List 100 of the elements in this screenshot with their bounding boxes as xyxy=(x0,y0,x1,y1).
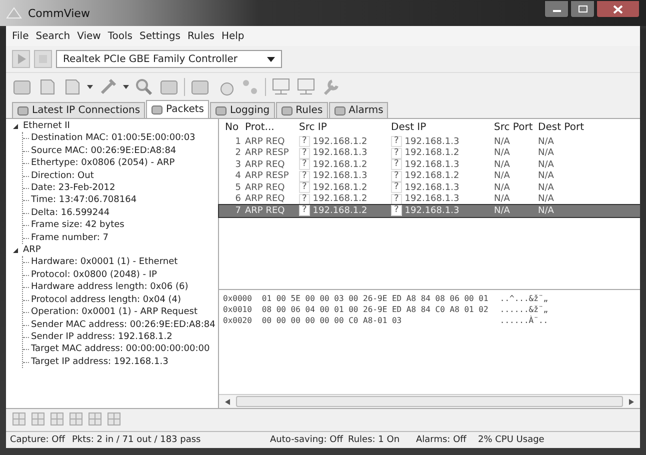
wrench-icon[interactable] xyxy=(321,77,341,97)
table-cell: 192.168.1.2 xyxy=(312,194,368,204)
table-cell-text: ARP REQ xyxy=(245,194,286,204)
maximize-icon xyxy=(578,5,588,13)
country-flag: ? xyxy=(391,148,402,159)
table-cell-text: 7 xyxy=(234,206,242,216)
tab[interactable]: Logging xyxy=(210,102,275,118)
tab[interactable]: Latest IP Connections xyxy=(12,102,146,118)
tree-item[interactable]: Date: 23-Feb-2012 xyxy=(23,182,218,194)
layout-icon[interactable] xyxy=(69,412,83,426)
tree-item[interactable]: Source MAC: 00:26:9E:ED:A8:84 xyxy=(23,144,218,158)
close-button[interactable] xyxy=(596,0,640,18)
adapter-dropdown[interactable]: Realtek PCIe GBE Family Controller xyxy=(56,50,282,68)
table-cell-text: 3 xyxy=(234,160,242,170)
layout-icon[interactable] xyxy=(88,412,102,426)
layout-icon[interactable] xyxy=(12,412,26,426)
menu-item[interactable]: Rules xyxy=(187,30,214,42)
close-icon xyxy=(613,4,623,14)
dropdown-arrow-icon[interactable] xyxy=(87,85,93,89)
minimize-button[interactable] xyxy=(544,0,569,18)
country-flag: ? xyxy=(299,205,310,216)
table-cell-text: N/A xyxy=(494,194,511,204)
layout-icon[interactable] xyxy=(50,412,64,426)
tree-item[interactable]: Frame size: 42 bytes xyxy=(23,219,218,232)
layout-icon[interactable] xyxy=(107,412,121,426)
packet-row[interactable]: 2 ARP RESP ? 192.168.1.3 ? 192.168.1.2 N/A N/A xyxy=(219,148,640,159)
country-flag: ? xyxy=(391,205,402,216)
ascii-text: ......À¨.. xyxy=(500,316,548,325)
country-flag: ? xyxy=(391,136,402,148)
scroll-thumb[interactable] xyxy=(236,396,623,407)
column-header[interactable]: Dest Port xyxy=(538,122,586,133)
expand-icon[interactable] xyxy=(12,246,19,254)
column-header[interactable]: No xyxy=(219,122,245,133)
tab[interactable]: Packets xyxy=(146,100,209,118)
menu-item[interactable]: Tools xyxy=(108,30,132,42)
tree-item[interactable]: Sender MAC address: 00:26:9E:ED:A8:84 xyxy=(23,318,218,331)
table-cell-text: N/A xyxy=(494,206,511,216)
layout-icon[interactable] xyxy=(31,412,45,426)
tree-item[interactable]: Destination MAC: 01:00:5E:00:00:03 xyxy=(23,132,218,145)
column-header[interactable]: Src Port xyxy=(494,122,538,133)
tab[interactable]: Alarms xyxy=(328,102,388,118)
menu-item[interactable]: Help xyxy=(221,30,244,42)
tree-item[interactable]: Operation: 0x0001 (1) - ARP Request xyxy=(23,306,218,318)
tree-item[interactable]: Protocol address length: 0x04 (4) xyxy=(23,294,218,306)
country-flag: ? xyxy=(391,159,402,170)
menu-item[interactable]: Settings xyxy=(139,30,180,42)
column-header[interactable]: Prot... xyxy=(245,122,299,133)
stop-capture-button[interactable] xyxy=(34,50,52,68)
tree-label: ARP xyxy=(23,244,41,256)
tree-node[interactable]: Ethernet II xyxy=(10,120,218,132)
table-cell-text: N/A xyxy=(538,171,555,182)
hex-bytes: 00 00 00 00 00 00 C0 A8-01 03 xyxy=(262,316,403,325)
scroll-right-icon[interactable] xyxy=(629,398,634,404)
tree-item[interactable]: Sender IP address: 192.168.1.2 xyxy=(23,330,218,344)
table-cell-text: 2 xyxy=(234,148,242,158)
tree-item[interactable]: Hardware address length: 0x06 (6) xyxy=(23,281,218,294)
scroll-left-icon[interactable] xyxy=(225,398,230,404)
expand-icon[interactable] xyxy=(12,122,19,130)
packet-row[interactable]: 4 ARP RESP ? 192.168.1.3 ? 192.168.1.2 N/A N/A xyxy=(219,170,640,182)
tree-item[interactable]: Delta: 16.599244 xyxy=(23,206,218,220)
tree-item[interactable]: Target IP address: 192.168.1.3 xyxy=(23,356,218,368)
tree-item[interactable]: Frame number: 7 xyxy=(23,232,218,244)
column-header[interactable]: Src IP xyxy=(299,122,391,133)
packet-row[interactable]: 5 ARP REQ ? 192.168.1.2 ? 192.168.1.3 N/A N/A xyxy=(219,182,640,194)
country-flag: ? xyxy=(391,194,402,205)
table-cell-text: ARP RESP xyxy=(245,171,290,182)
status-text: Rules: 1 On xyxy=(348,435,401,445)
table-cell: 192.168.1.3 xyxy=(404,206,460,216)
table-cell: 192.168.1.2 xyxy=(312,136,368,147)
menu-item[interactable]: Search xyxy=(36,30,70,42)
nodes-icon[interactable] xyxy=(240,77,260,97)
status-text: Auto-saving: Off xyxy=(270,435,344,445)
tab-icon xyxy=(17,104,29,116)
tree-item[interactable]: Hardware: 0x0001 (1) - Ethernet xyxy=(23,256,218,269)
packet-row[interactable]: 3 ARP REQ ? 192.168.1.2 ? 192.168.1.3 N/A N/A xyxy=(219,159,640,170)
menu-item[interactable]: View xyxy=(77,30,101,42)
tree-item[interactable]: Target MAC address: 00:00:00:00:00:00 xyxy=(23,343,218,356)
table-cell-text: N/A xyxy=(494,182,511,193)
horizontal-scrollbar[interactable] xyxy=(219,394,640,408)
table-cell-text: N/A xyxy=(494,136,511,147)
tree-item[interactable]: Direction: Out xyxy=(23,170,218,182)
tree-item[interactable]: Time: 13:47:06.708164 xyxy=(23,194,218,207)
menu-item[interactable]: File xyxy=(12,30,29,42)
start-capture-button[interactable] xyxy=(12,50,30,68)
packet-row[interactable]: 7 ARP REQ ? 192.168.1.2 ? 192.168.1.3 N/A N/A xyxy=(219,205,640,216)
country-flag: ? xyxy=(299,170,310,182)
table-cell-text: ARP REQ xyxy=(245,136,286,147)
tree-item[interactable]: Ethertype: 0x0806 (2054) - ARP xyxy=(23,157,218,170)
packet-row[interactable]: 1 ARP REQ ? 192.168.1.2 ? 192.168.1.3 N/A N/A xyxy=(219,136,640,148)
maximize-button[interactable] xyxy=(570,0,595,18)
hex-offset: 0x0020 xyxy=(223,316,252,325)
search-icon[interactable] xyxy=(134,77,154,97)
tree-node[interactable]: ARP xyxy=(10,244,218,256)
tab-icon xyxy=(280,104,293,116)
column-header[interactable]: Dest IP xyxy=(391,122,494,133)
dropdown-arrow-icon[interactable] xyxy=(123,85,129,89)
tab-icon xyxy=(214,104,227,116)
tree-item[interactable]: Protocol: 0x0800 (2048) - IP xyxy=(23,268,218,282)
tab[interactable]: Rules xyxy=(276,102,328,118)
table-cell: 192.168.1.2 xyxy=(404,171,460,182)
